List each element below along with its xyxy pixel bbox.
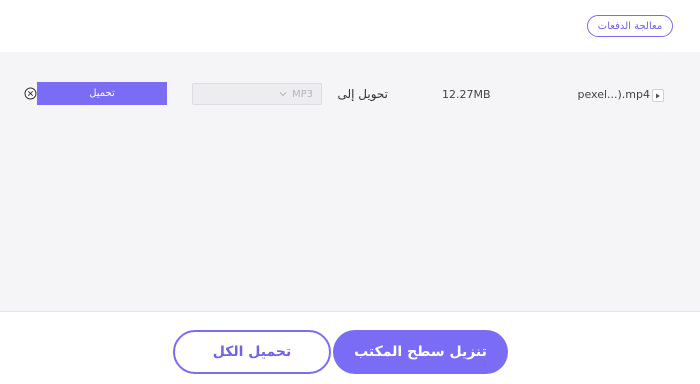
convert-to-label: تحويل إلى (337, 87, 388, 101)
convert-button-label: تحميل (89, 88, 115, 99)
format-select[interactable]: MP3 (192, 83, 322, 105)
format-select-value: MP3 (291, 88, 313, 100)
convert-all-label: تحميل الكل (212, 344, 292, 360)
chevron-down-icon (279, 91, 287, 97)
top-bar: معالجة الدفعات (0, 0, 700, 52)
file-list: pexel...).mp4 12.27MB تحويل إلى MP3 تحمي… (0, 52, 700, 312)
file-name: pexel...).mp4 (577, 88, 650, 101)
close-circle-icon[interactable] (24, 87, 37, 100)
video-file-icon (652, 89, 664, 102)
batch-processing-button[interactable]: معالجة الدفعات (587, 15, 673, 37)
file-size: 12.27MB (442, 88, 491, 101)
download-desktop-label: تنزيل سطح المكتب (354, 344, 487, 360)
convert-button[interactable]: تحميل (37, 82, 167, 105)
download-desktop-button[interactable]: تنزيل سطح المكتب (333, 330, 508, 374)
bottom-bar: تحميل الكل تنزيل سطح المكتب (0, 312, 700, 384)
batch-processing-label: معالجة الدفعات (597, 20, 663, 32)
convert-all-button[interactable]: تحميل الكل (173, 330, 331, 374)
file-row: pexel...).mp4 12.27MB تحويل إلى MP3 تحمي… (0, 82, 700, 110)
